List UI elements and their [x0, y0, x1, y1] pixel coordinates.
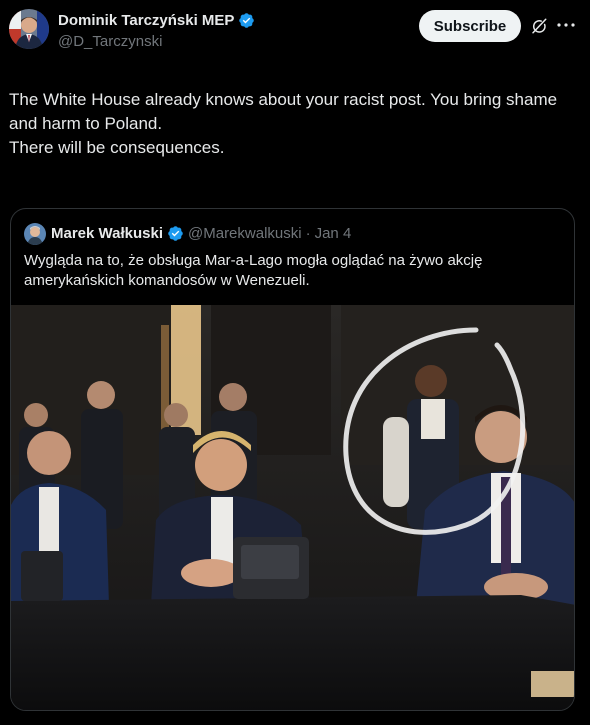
post-text: The White House already knows about your…	[9, 90, 558, 157]
author-name-row: Dominik Tarczyński MEP	[58, 12, 255, 29]
author-handle[interactable]: @D_Tarczynski	[58, 33, 162, 50]
verified-badge-icon	[168, 226, 183, 241]
author-display-name[interactable]: Dominik Tarczyński MEP	[58, 12, 234, 29]
quote-author-row: Marek Wałkuski @Marekwalkuski · Jan 4	[51, 225, 351, 242]
quote-photo[interactable]	[11, 305, 575, 711]
author-avatar[interactable]	[9, 9, 49, 49]
quote-text: Wygląda na to, że obsługa Mar-a-Lago mog…	[24, 252, 483, 289]
post-header: Dominik Tarczyński MEP @D_Tarczynski Sub…	[0, 0, 590, 60]
subscribe-button[interactable]: Subscribe	[419, 10, 521, 42]
quote-author-name[interactable]: Marek Wałkuski	[51, 225, 163, 242]
quote-separator: ·	[305, 225, 311, 242]
quote-author-avatar[interactable]	[24, 223, 46, 245]
quoted-post[interactable]: Marek Wałkuski @Marekwalkuski · Jan 4 Wy…	[10, 208, 575, 711]
more-icon[interactable]	[556, 15, 576, 35]
quote-date[interactable]: Jan 4	[315, 225, 352, 242]
quote-author-handle[interactable]: @Marekwalkuski	[188, 225, 302, 242]
verified-badge-icon	[239, 13, 255, 28]
grok-icon[interactable]	[530, 17, 548, 35]
